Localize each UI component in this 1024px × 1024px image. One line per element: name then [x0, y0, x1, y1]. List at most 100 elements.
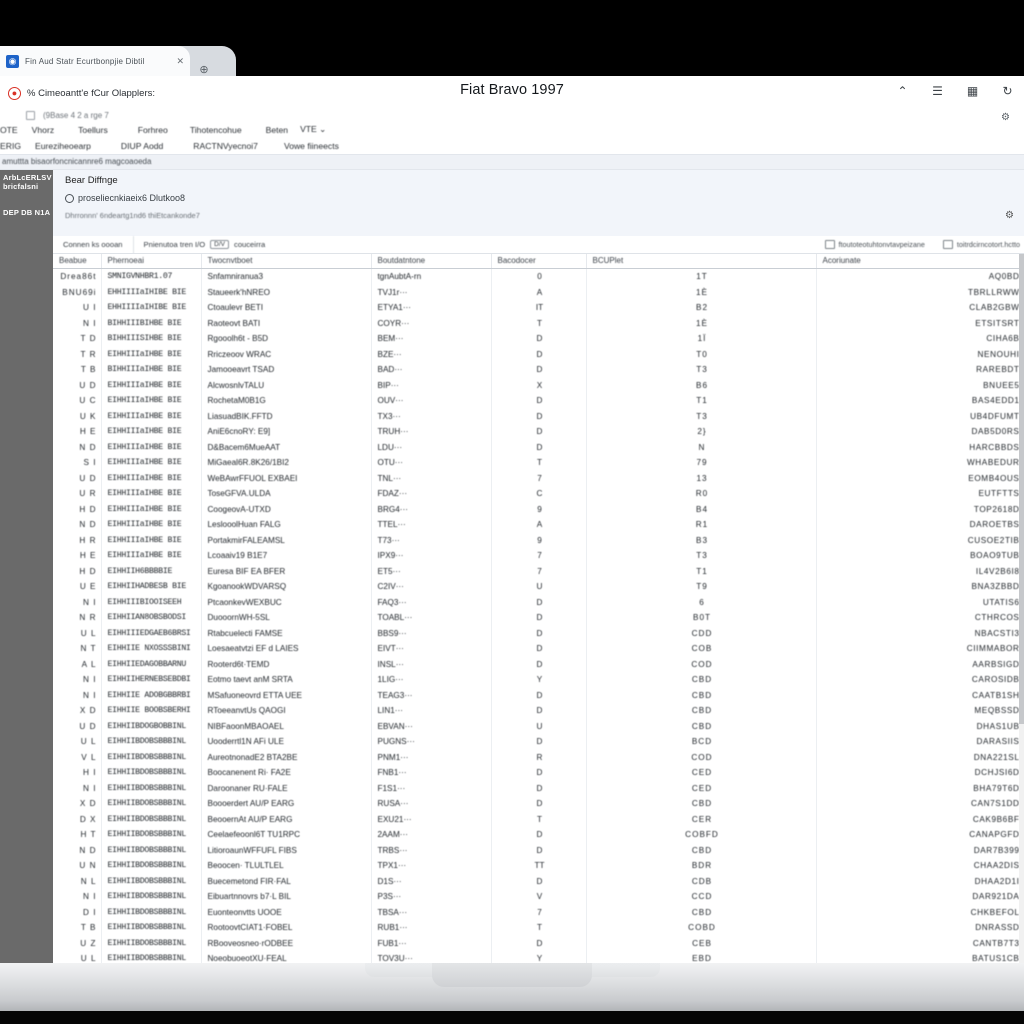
table-cell-c2: EIHHIIIaIHBE BIE: [101, 548, 202, 564]
filter-chip[interactable]: D/V: [210, 240, 230, 249]
table-row[interactable]: X D EIHHIIBDOBSBBBINL Boooerdert AU/P EARG…: [53, 796, 1024, 812]
table-cell-c1: H I: [53, 765, 102, 781]
table-row[interactable]: H I EIHHIIBDOBSBBBINL Boocanenent Ri· FA2E…: [53, 765, 1024, 781]
menu2-item-4[interactable]: RACTNVyecnoi7: [193, 141, 258, 151]
table-cell-c1: X D: [53, 796, 102, 812]
table-row[interactable]: T D BIHHIIISIHBE BIE Rgooolh6t - B5D BEM···…: [53, 331, 1024, 347]
table-cell-c2: EIHHIIBDOBSBBBINL: [101, 796, 202, 812]
table-cell-c3: BeooernAt AU/P EARG: [201, 811, 372, 827]
filter-segment-1[interactable]: Connen ks oooan: [53, 235, 134, 254]
menu-item-3[interactable]: Toellurs: [78, 125, 108, 135]
table-cell-c3: Jamooeavrt TSAD: [201, 362, 372, 378]
table-row[interactable]: BNU69i EHHIIIIaIHIBE BIE Staueerk'hNREO TVJ…: [53, 284, 1024, 300]
table-row[interactable]: H E EIHHIIIaIHBE BIE AniE6cnoRY: E9] TRUH··…: [53, 424, 1024, 440]
checkbox-icon[interactable]: [26, 111, 35, 120]
table-row[interactable]: N I BIHHIIIBIHBE BIE Raoteovt BATI COYR··· T…: [53, 315, 1024, 331]
table-cell-c6: CCD: [586, 889, 817, 905]
table-row[interactable]: A L EIHHIIEDAGOBBARNU Rooterd6t·TEMD INSL··…: [53, 656, 1024, 672]
table-row[interactable]: T B EIHHIIBDOBSBBBINL RootoovtCIAT1·FOBEL R…: [53, 920, 1024, 936]
table-cell-c7: AARBSIGD: [816, 656, 1024, 672]
sidebar-logo[interactable]: ArbLcERLSV bricfalsni: [0, 170, 53, 195]
table-cell-c6: BCD: [586, 734, 817, 750]
sidebar-item-dep[interactable]: DEP DB N1A: [0, 205, 53, 222]
table-row[interactable]: U Z EIHHIIBDOBSBBBINL RBooveosneo·rODBEE FU…: [53, 935, 1024, 951]
menu-item-2[interactable]: Vhorz: [32, 125, 54, 135]
table-cell-c4: TPX1···: [371, 858, 492, 874]
table-row[interactable]: U R EIHHIIIaIHBE BIE ToseGFVA.ULDA FDAZ··· C…: [53, 486, 1024, 502]
menu-item-6[interactable]: Beten: [266, 125, 288, 135]
column-header-3[interactable]: Twocnvtboet: [201, 254, 372, 269]
table-icon[interactable]: ▦: [966, 84, 979, 98]
table-row[interactable]: U C EIHHIIIaIHBE BIE RochetaM0B1G OUV··· D T1…: [53, 393, 1024, 409]
scrollbar-thumb[interactable]: [1019, 254, 1024, 724]
browser-tab[interactable]: ◉ Fin Aud Statr Ecurtbonpjie Dibtil ✕: [0, 46, 190, 76]
table-row[interactable]: U L EIHHIIIEDGAEB6BRSI Rtabcuelecti FAMSE B…: [53, 625, 1024, 641]
table-row[interactable]: U I EHHIIIIaIHIBE BIE Ctoaulevr BETI ETYA1·…: [53, 300, 1024, 316]
table-row[interactable]: U E EIHHIIHADBESB BIE KgoanookWDVARSQ C2IV·…: [53, 579, 1024, 595]
menu2-item-2[interactable]: Eureziheoearp: [35, 141, 91, 151]
data-table-container[interactable]: Beabue Phernoeai Twocnvtboet Boutdatnton…: [53, 254, 1024, 964]
gear-icon[interactable]: ⚙: [1005, 210, 1014, 221]
table-cell-c7: DAROETBS: [816, 517, 1024, 533]
table-row[interactable]: D I EIHHIIBDOBSBBBINL Euonteonvtts UOOE TBS…: [53, 904, 1024, 920]
column-header-7[interactable]: Acoriunate: [816, 254, 1024, 269]
columns-action[interactable]: toitrdcirncotort.hctto: [942, 240, 1020, 249]
column-header-2[interactable]: Phernoeai: [101, 254, 202, 269]
vertical-scrollbar[interactable]: [1019, 254, 1024, 964]
column-header-6[interactable]: BCUPlet: [586, 254, 817, 269]
list-view-icon[interactable]: ☰: [931, 84, 944, 98]
table-row[interactable]: H T EIHHIIBDOBSBBBINL Ceelaefeoonl6T TU1RP…: [53, 827, 1024, 843]
menu2-item-3[interactable]: DIUP Aodd: [121, 141, 163, 151]
table-row[interactable]: X D EIHHIIE BOOBSBERHI RToeeanvtUs QAOGI LI…: [53, 703, 1024, 719]
table-row[interactable]: N I EIHHIIHERNEBSEBDBI Eotmo taevt anM SRT…: [53, 672, 1024, 688]
column-header-5[interactable]: Bacodocer: [491, 254, 587, 269]
table-cell-c1: N I: [53, 594, 102, 610]
table-row[interactable]: N I EIHHIIIBIOOISEEH PtcaonkevWEXBUC FAQ3··…: [53, 594, 1024, 610]
table-row[interactable]: H D EIHHIIIaIHBE BIE CoogeovA-UTXD BRG4··· 9…: [53, 501, 1024, 517]
table-row[interactable]: H R EIHHIIIaIHBE BIE PortakmirFALEAMSL T73·…: [53, 532, 1024, 548]
table-cell-c5: D: [491, 408, 587, 424]
menu-item-7[interactable]: VTE ⌄: [300, 124, 326, 135]
refresh-icon[interactable]: ↻: [1001, 84, 1014, 98]
table-row[interactable]: U D EIHHIIIaIHBE BIE WeBAwrFFUOL EXBAEI TNL…: [53, 470, 1024, 486]
table-row[interactable]: N L EIHHIIBDOBSBBBINL Buecemetond FIR·FAL D…: [53, 873, 1024, 889]
table-row[interactable]: N T EIHHIIE NXOSSSBINI Loesaeatvtzi EF d L…: [53, 641, 1024, 657]
table-row[interactable]: D X EIHHIIBDOBSBBBINL BeooernAt AU/P EARG E…: [53, 811, 1024, 827]
table-row[interactable]: S I EIHHIIIaIHBE BIE MiGaeal6R.8K26/1BI2 OT…: [53, 455, 1024, 471]
table-row[interactable]: H E EIHHIIIaIHBE BIE Lcoaaiv19 B1E7 IPX9···…: [53, 548, 1024, 564]
table-row[interactable]: U L EIHHIIBDOBSBBBINL Uooderrtl1N AFi ULE P…: [53, 734, 1024, 750]
column-header-1[interactable]: Beabue: [53, 254, 102, 269]
table-cell-c1: BNU69i: [53, 284, 102, 300]
table-row[interactable]: T B BIHHIIIaIHBE BIE Jamooeavrt TSAD BAD···…: [53, 362, 1024, 378]
table-row[interactable]: N R EIHHIIAN8OBSBODSI DuooornWH-5SL TOABL··…: [53, 610, 1024, 626]
table-row[interactable]: N D EIHHIIBDOBSBBBINL LitioroaunWFFUFL FIB…: [53, 842, 1024, 858]
table-row[interactable]: U D EIHHIIIaIHBE BIE AlcwosnlvTALU BIP··· X B…: [53, 377, 1024, 393]
table-row[interactable]: N I EIHHIIE ADOBGBBRBI MSafuoneovrd ETTA U…: [53, 687, 1024, 703]
close-icon[interactable]: ✕: [176, 56, 184, 67]
menu2-item-5[interactable]: Vowe fiineects: [284, 141, 339, 151]
table-cell-c7: CHAA2DIS: [816, 858, 1024, 874]
menu2-item-1[interactable]: ERIG: [0, 141, 21, 151]
menu-item-1[interactable]: OTE: [0, 125, 18, 135]
table-row[interactable]: U K EIHHIIIaIHBE BIE LiasuadBIK.FFTD TX3···…: [53, 408, 1024, 424]
table-row[interactable]: U N EIHHIIBDOBSBBBINL Beoocen· TLULTLEL TPX…: [53, 858, 1024, 874]
chevron-up-icon[interactable]: ⌃: [896, 84, 909, 98]
table-row[interactable]: N D EIHHIIIaIHBE BIE D&Bacem6MueAAT LDU··· D…: [53, 439, 1024, 455]
table-row[interactable]: N I EIHHIIBDOBSBBBINL Eibuartnnovrs b7·L B…: [53, 889, 1024, 905]
menu-item-4[interactable]: Forhreo: [138, 125, 168, 135]
column-header-4[interactable]: Boutdatntone: [371, 254, 492, 269]
table-row[interactable]: T R EIHHIIIaIHBE BIE Rriczeoov WRAC BZE··· D…: [53, 346, 1024, 362]
table-row[interactable]: Drea86t SMNIGVNHBR1.07 Snfamniranua3 tgnAub…: [53, 268, 1024, 285]
main-panel: Bear Diffnge proseliecnkiaeix6 Dlutkoo8 …: [53, 170, 1024, 964]
filter-segment-2[interactable]: Pnienutoa tren I/O D/V couceirra: [134, 236, 276, 254]
table-row[interactable]: N I EIHHIIBDOBSBBBINL Daroonaner RU·FALE F1…: [53, 780, 1024, 796]
table-row[interactable]: U D EIHHIIBDOGBOBBINL NIBFaoonMBAOAEL EBVAN…: [53, 718, 1024, 734]
table-cell-c2: EIHHIIBDOBSBBBINL: [101, 904, 202, 920]
table-cell-c3: Daroonaner RU·FALE: [201, 780, 372, 796]
table-row[interactable]: H D EIHHIIH6BBBBIE Euresa BIF EA BFER ET5··…: [53, 563, 1024, 579]
table-row[interactable]: N D EIHHIIIaIHBE BIE LeslooolHuan FALG TTEL…: [53, 517, 1024, 533]
table-cell-c3: Raoteovt BATI: [201, 315, 372, 331]
menu-item-5[interactable]: Tihotencohue: [190, 125, 242, 135]
export-action[interactable]: ftoutoteotuhtonvtavpeizane: [824, 240, 925, 249]
table-row[interactable]: V L EIHHIIBDOBSBBBINL AureotnonadE2 BTA2BE…: [53, 749, 1024, 765]
